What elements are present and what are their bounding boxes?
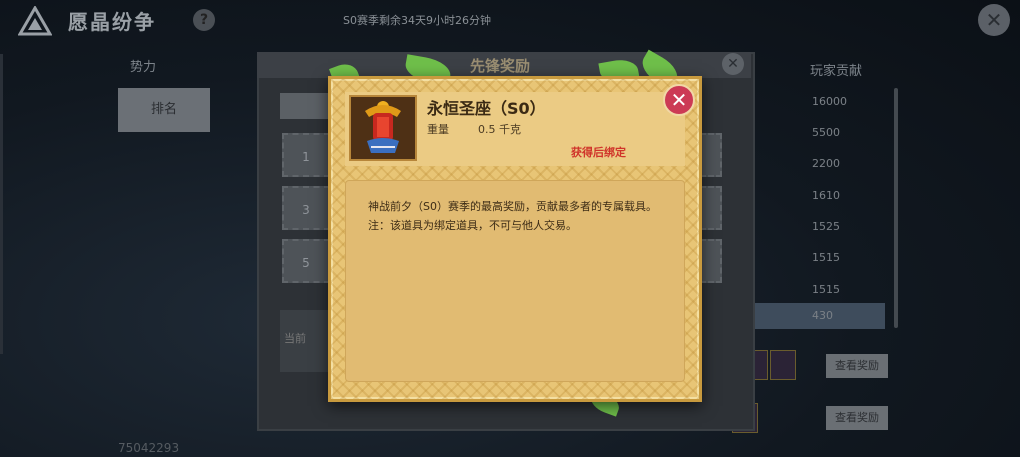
view-reward-button[interactable]: 查看奖励 [826, 406, 888, 430]
reward-panel-tab[interactable] [280, 93, 330, 119]
weight-value: 0.5 千克 [478, 123, 521, 136]
contribution-column-header: 玩家贡献 [810, 64, 863, 79]
tab-ranking[interactable]: 排名 [118, 88, 210, 132]
rank-cell-edge [700, 186, 722, 230]
throne-icon [351, 97, 415, 159]
rank-cell[interactable]: 5 [282, 239, 330, 283]
view-reward-button[interactable]: 查看奖励 [826, 354, 888, 378]
help-button[interactable]: ? [193, 9, 215, 31]
weight-label: 重量 [427, 123, 449, 136]
contribution-value: 1515 [812, 251, 840, 264]
rank-cell[interactable]: 3 [282, 186, 330, 230]
bind-on-acquire-note: 获得后绑定 [571, 146, 626, 159]
close-window-button[interactable]: ✕ [978, 4, 1010, 36]
rank-cell-edge [700, 239, 722, 283]
contribution-value: 5500 [812, 126, 840, 139]
close-icon[interactable]: ✕ [663, 84, 695, 116]
reward-panel-close-button[interactable]: ✕ [722, 53, 744, 75]
contribution-value: 1515 [812, 283, 840, 296]
item-name: 永恒圣座（S0） [427, 99, 546, 118]
tab-faction[interactable]: 势力 [130, 56, 156, 75]
contribution-value: 430 [812, 309, 833, 322]
item-description: 神战前夕（S0）赛季的最高奖励，贡献最多者的专属载具。注：该道具为绑定道具，不可… [368, 200, 657, 232]
contribution-value: 1525 [812, 220, 840, 233]
player-id: 75042293 [118, 441, 180, 455]
current-rank-label: 当前 [284, 332, 306, 345]
current-rank-box: 当前 [280, 310, 330, 372]
page-title: 愿晶纷争 [68, 10, 156, 34]
contribution-value: 2200 [812, 157, 840, 170]
reward-item-icon[interactable] [770, 350, 796, 380]
item-icon-frame [349, 95, 417, 161]
reward-panel-title: 先锋奖励 [470, 57, 531, 75]
ranking-scrollbar[interactable] [894, 88, 898, 328]
season-timer: S0赛季剩余34天9小时26分钟 [343, 14, 491, 27]
contribution-value: 1610 [812, 189, 840, 202]
contribution-value: 16000 [812, 95, 847, 108]
sidebar-divider [0, 54, 3, 354]
game-logo-icon [18, 6, 52, 36]
rank-cell-edge [700, 133, 722, 177]
rank-cell[interactable]: 1 [282, 133, 330, 177]
